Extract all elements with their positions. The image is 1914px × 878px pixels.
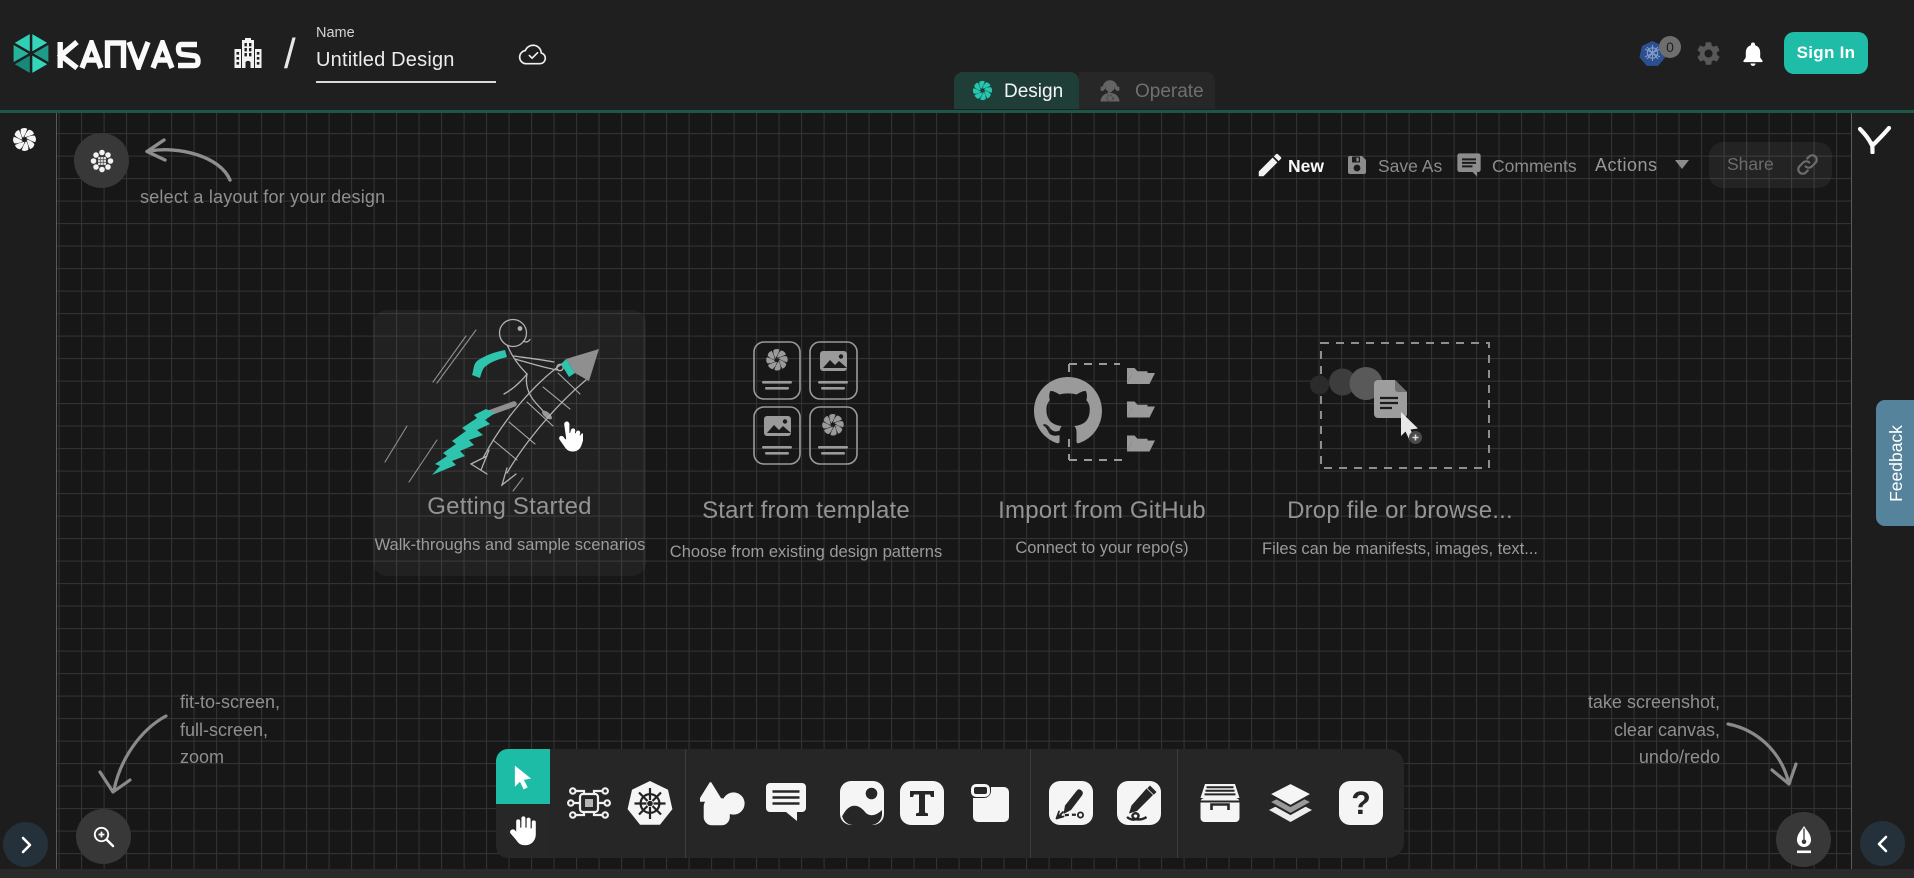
- svg-text:?: ?: [1351, 785, 1371, 821]
